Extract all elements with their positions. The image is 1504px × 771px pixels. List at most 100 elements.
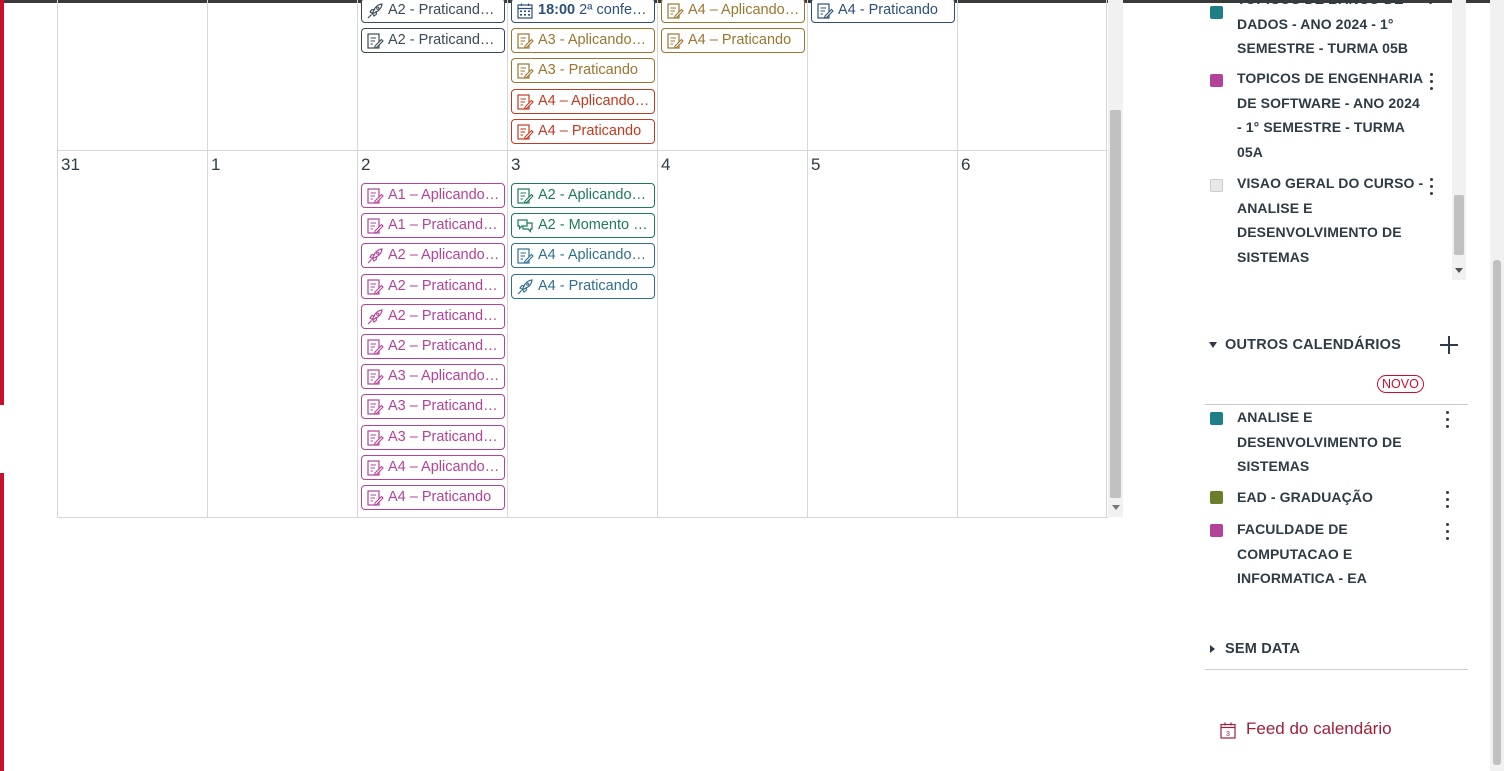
calendar-event[interactable]: A4 – Aplicando… bbox=[361, 454, 505, 480]
kebab-menu-icon[interactable] bbox=[1427, 0, 1433, 5]
calendar-event[interactable]: A2 - Praticand… bbox=[361, 0, 505, 23]
day-cell[interactable]: 3 A2 - Aplicando … A2 - Momento … A4 - Apli… bbox=[507, 151, 657, 517]
calendar-event[interactable]: A1 – Aplicando… bbox=[361, 183, 505, 208]
calendar-event[interactable]: A4 – Aplicando… bbox=[511, 88, 655, 114]
calendar-event[interactable]: A2 – Praticand… bbox=[361, 334, 505, 359]
calendar-event[interactable]: A4 – Praticando bbox=[661, 28, 805, 54]
calendar-event-text: A4 – Praticando bbox=[688, 32, 792, 49]
add-calendar-plus-icon[interactable] bbox=[1440, 336, 1458, 354]
calendar-event[interactable]: A3 – Praticand… bbox=[361, 394, 505, 420]
calendar-event-title: A3 – Praticand… bbox=[388, 426, 504, 449]
calendar-event-title: A3 – Praticand… bbox=[388, 395, 504, 418]
calendar-event[interactable]: 18:00 2ª confer… bbox=[511, 0, 655, 23]
calendar-event[interactable]: A2 - Praticand… bbox=[361, 28, 505, 54]
calendar-event-title: A1 – Aplicando… bbox=[388, 184, 504, 207]
calendar-list-item[interactable]: EAD - GRADUAÇÃO bbox=[1210, 485, 1450, 511]
calendar-feed-icon: 3 bbox=[1220, 722, 1236, 739]
calendar-event[interactable]: A3 - Aplicando … bbox=[511, 28, 655, 54]
kebab-menu-icon[interactable] bbox=[1428, 178, 1434, 196]
calendar-event-title: A4 - Praticando bbox=[838, 0, 954, 22]
calendar-color-swatch[interactable] bbox=[1210, 179, 1223, 192]
day-cell[interactable] bbox=[207, 0, 357, 150]
calendar-color-swatch[interactable] bbox=[1210, 524, 1223, 537]
calendar-event-title: A1 – Praticand… bbox=[388, 214, 504, 237]
calendar-color-swatch[interactable] bbox=[1210, 6, 1223, 19]
calendar-event[interactable]: A2 - Aplicando … bbox=[511, 183, 655, 208]
calendar-event[interactable]: A4 – Aplicando… bbox=[661, 0, 805, 23]
scroll-down-arrow-icon[interactable] bbox=[1455, 268, 1463, 273]
day-cell[interactable]: A2 - Praticand… A2 - Praticand… bbox=[357, 0, 507, 150]
calendar-event[interactable]: A4 - Praticando bbox=[511, 273, 655, 299]
kebab-menu-icon[interactable] bbox=[1444, 491, 1450, 509]
day-number: 5 bbox=[811, 155, 821, 174]
calendar-event-title: A4 – Praticando bbox=[538, 120, 654, 143]
calendar-event[interactable]: A1 – Praticand… bbox=[361, 213, 505, 239]
calendar-week-row: 31 1 2 A1 – Aplicando… A1 – Praticand… A2 –… bbox=[57, 151, 1108, 518]
calendar-list-item[interactable]: ANALISE E DESENVOLVIMENTO DE SISTEMAS bbox=[1210, 405, 1450, 480]
assignment-icon bbox=[816, 2, 834, 20]
calendar-event[interactable]: A4 – Praticando bbox=[511, 118, 655, 144]
day-number: 31 bbox=[61, 155, 80, 174]
calendar-color-swatch[interactable] bbox=[1210, 491, 1223, 504]
calendar-scrollbar[interactable] bbox=[1108, 0, 1123, 517]
calendar-event-text: A4 - Praticando bbox=[838, 2, 938, 18]
kebab-menu-icon[interactable] bbox=[1444, 523, 1450, 541]
day-cell[interactable]: 31 bbox=[57, 151, 207, 517]
calendar-list-item[interactable]: VISAO GERAL DO CURSO - ANALISE E DESENVO… bbox=[1210, 171, 1450, 271]
scrollbar-thumb[interactable] bbox=[1110, 110, 1121, 498]
calendar-list-item[interactable]: TOPICOS DE ENGENHARIA DE SOFTWARE - ANO … bbox=[1210, 66, 1450, 166]
calendar-list-label: VISAO GERAL DO CURSO - ANALISE E DESENVO… bbox=[1237, 175, 1424, 265]
day-cell[interactable]: 18:00 2ª confer… A3 - Aplicando … A3 - Prat… bbox=[507, 0, 657, 150]
assignment-icon bbox=[516, 62, 534, 80]
collapse-triangle-icon[interactable] bbox=[1209, 342, 1217, 348]
calendar-event[interactable]: A3 - Praticando bbox=[511, 58, 655, 84]
calendar-event-title: A4 - Praticando bbox=[538, 275, 654, 298]
undated-heading[interactable]: SEM DATA bbox=[1225, 641, 1300, 657]
calendar-list-label: TOPICOS DE ENGENHARIA DE SOFTWARE - ANO … bbox=[1237, 70, 1423, 160]
day-cell[interactable]: 1 bbox=[207, 151, 357, 517]
calendar-event-text: A2 - Aplicando … bbox=[538, 187, 651, 203]
calendar-list-item[interactable]: TOPICOS DE BANCO DE DADOS - ANO 2024 - 1… bbox=[1210, 0, 1450, 57]
expand-triangle-icon[interactable] bbox=[1210, 645, 1215, 653]
day-cell[interactable] bbox=[57, 0, 207, 150]
calendar-event[interactable]: A4 - Aplicando … bbox=[511, 243, 655, 269]
calendar-color-swatch[interactable] bbox=[1210, 412, 1223, 425]
calendar-list-item[interactable]: FACULDADE DE COMPUTACAO E INFORMATICA - … bbox=[1210, 517, 1450, 592]
calendar-event-title: A3 – Aplicando… bbox=[388, 365, 504, 388]
calendar-event-text: A4 - Aplicando … bbox=[538, 247, 651, 264]
kebab-menu-icon[interactable] bbox=[1444, 411, 1450, 429]
day-cell[interactable]: 2 A1 – Aplicando… A1 – Praticand… A2 – Apli… bbox=[357, 151, 507, 517]
calendar-event-text: A3 – Aplicando… bbox=[388, 368, 500, 385]
calendar-event[interactable]: A3 – Praticand… bbox=[361, 424, 505, 450]
assignment-icon bbox=[516, 123, 534, 141]
scroll-down-arrow-icon[interactable] bbox=[1112, 505, 1120, 510]
calendar-event-title: A2 – Aplicando… bbox=[388, 244, 504, 267]
calendar-event[interactable]: A2 – Aplicando… bbox=[361, 243, 505, 269]
day-cell[interactable]: 5 bbox=[807, 151, 957, 517]
scrollbar-thumb[interactable] bbox=[1454, 195, 1464, 255]
day-cell[interactable]: 4 bbox=[657, 151, 807, 517]
calendar-color-swatch[interactable] bbox=[1210, 74, 1223, 87]
day-number: 2 bbox=[361, 155, 371, 174]
calendar-event[interactable]: A2 – Praticand… bbox=[361, 273, 505, 299]
scrollbar-thumb[interactable] bbox=[1493, 260, 1501, 765]
assignment-icon bbox=[366, 217, 384, 235]
kebab-menu-icon[interactable] bbox=[1428, 73, 1434, 91]
calendar-event[interactable]: A2 - Momento … bbox=[511, 213, 655, 239]
day-cell[interactable] bbox=[957, 0, 1107, 150]
other-calendars-heading[interactable]: OUTROS CALENDÁRIOS bbox=[1225, 337, 1401, 353]
calendar-event[interactable]: A2 – Praticand… bbox=[361, 303, 505, 329]
rocket-icon bbox=[366, 2, 384, 20]
day-cell[interactable]: A4 – Aplicando… A4 – Praticando bbox=[657, 0, 807, 150]
calendar-event[interactable]: A4 – Praticando bbox=[361, 485, 505, 510]
calendar-event[interactable]: A3 – Aplicando… bbox=[361, 364, 505, 390]
calendar-event[interactable]: A4 - Praticando bbox=[811, 0, 955, 23]
calendar-event-title: A4 – Praticando bbox=[388, 486, 504, 509]
calendar-event-text: A4 – Aplicando… bbox=[388, 458, 500, 475]
day-cell[interactable]: A4 - Praticando bbox=[807, 0, 957, 150]
calendar-event-text: A3 - Praticando bbox=[538, 62, 638, 79]
day-cell[interactable]: 6 bbox=[957, 151, 1107, 517]
page-scrollbar[interactable] bbox=[1490, 0, 1504, 771]
calendar-list-scrollbar[interactable] bbox=[1452, 0, 1466, 280]
day-number: 3 bbox=[511, 155, 521, 174]
